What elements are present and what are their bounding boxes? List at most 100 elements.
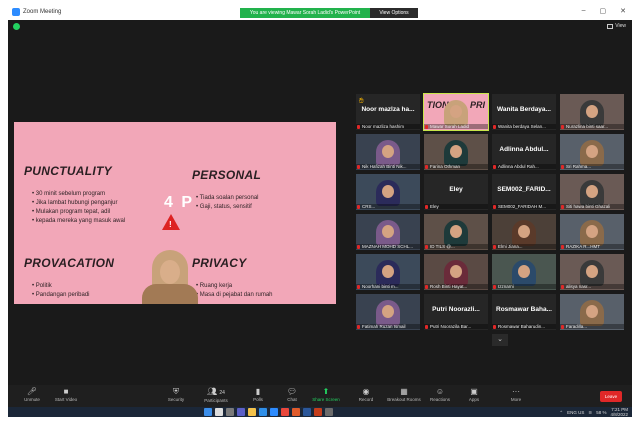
- meeting-toolbar: 🎤︎ Unmute ■ Start Video ⛨ Security 👥︎ 24…: [8, 385, 632, 407]
- participant-tile[interactable]: Farina Othman: [424, 134, 488, 170]
- wifi-icon[interactable]: ≋: [588, 410, 592, 416]
- more-button[interactable]: ··· More: [498, 387, 534, 403]
- security-shield-icon[interactable]: [13, 23, 20, 30]
- windows-start-icon[interactable]: [204, 408, 212, 416]
- apps-button[interactable]: ▣ Apps: [456, 387, 492, 403]
- clock[interactable]: 7:21 PM 4/8/2022: [610, 407, 628, 417]
- participant-tile[interactable]: Siti hawa binti Ghazali: [560, 174, 624, 210]
- teams-icon[interactable]: [237, 408, 245, 416]
- start-video-button[interactable]: ■ Start Video: [48, 387, 84, 403]
- record-button[interactable]: ◉ Record: [348, 387, 384, 403]
- lang-indicator[interactable]: ENG US: [567, 410, 584, 415]
- participant-tile[interactable]: SEM002_FARID... SEM002_FARIDAH M...: [492, 174, 556, 210]
- muted-mic-icon: [425, 205, 428, 209]
- participant-name-label: ID TILS @...: [424, 244, 488, 249]
- muted-mic-icon: [425, 325, 428, 329]
- participant-tile[interactable]: CRS...: [356, 174, 420, 210]
- participant-tile[interactable]: Adlinna Abdul... Adlinna Abdul Rah...: [492, 134, 556, 170]
- muted-mic-icon: [493, 165, 496, 169]
- muted-mic-icon: [561, 165, 564, 169]
- view-button[interactable]: View: [607, 23, 626, 29]
- edge-icon[interactable]: [259, 408, 267, 416]
- participant-tile[interactable]: Sri Rahma...: [560, 134, 624, 170]
- participant-tile[interactable]: ID TILS @...: [424, 214, 488, 250]
- task-view-icon[interactable]: [226, 408, 234, 416]
- participant-tile[interactable]: TION PRI Mawar Sorah Ladid: [423, 93, 489, 131]
- taskbar-app-icons: [204, 408, 333, 416]
- muted-mic-icon: [493, 325, 496, 329]
- participant-tile[interactable]: Wanita Berdaya... Wanita berdaya Selan...: [492, 94, 556, 130]
- battery-indicator[interactable]: 58 %: [596, 410, 606, 415]
- leave-button[interactable]: Leave: [600, 391, 622, 402]
- participant-name-label: Nurazlina binti saar...: [560, 124, 624, 129]
- chat-button[interactable]: 💬︎ Chat: [274, 387, 310, 403]
- reactions-button[interactable]: ☺ Reactions: [422, 387, 458, 403]
- share-screen-icon: ⬆: [322, 387, 330, 396]
- participant-tile[interactable]: MAZNAH MOHD SCHL...: [356, 214, 420, 250]
- participant-name-label: alisya nasr...: [560, 284, 624, 289]
- participant-name-label: Putri Noorazila Bar...: [424, 324, 488, 329]
- muted-mic-icon: [561, 325, 564, 329]
- gallery-next-page-button[interactable]: ⌄: [492, 334, 508, 346]
- view-options-button[interactable]: View Options: [370, 8, 418, 18]
- participant-tile[interactable]: Putri Noorazli... Putri Noorazila Bar...: [424, 294, 488, 330]
- participant-display-name: Rosmawar Baha...: [496, 306, 552, 313]
- polls-button[interactable]: ▮ Polls: [240, 387, 276, 403]
- title-bar: Zoom Meeting You are viewing Mawar Sorah…: [8, 6, 632, 20]
- participant-tile[interactable]: Nurazlina binti saar...: [560, 94, 624, 130]
- chevron-up-icon[interactable]: ⌃: [559, 410, 563, 416]
- security-button[interactable]: ⛨ Security: [158, 387, 194, 403]
- microphone-muted-icon: 🎤︎: [26, 387, 38, 396]
- close-icon[interactable]: ✕: [620, 7, 626, 15]
- muted-mic-icon: [561, 205, 564, 209]
- participant-tile[interactable]: Faradilla...: [560, 294, 624, 330]
- breakout-rooms-button[interactable]: ▦ Breakout Rooms: [386, 387, 422, 403]
- minimize-icon[interactable]: –: [582, 7, 586, 15]
- participant-tile[interactable]: Noor mazlza ha... ✋︎ Noor mazliza hashim: [356, 94, 420, 130]
- unmute-button[interactable]: 🎤︎ Unmute: [14, 387, 50, 403]
- word-icon[interactable]: [303, 408, 311, 416]
- search-icon[interactable]: [215, 408, 223, 416]
- personal-list: Tiada soalan personal Gaji, status, sens…: [196, 194, 259, 212]
- participant-name-label: Noor mazliza hashim: [356, 124, 420, 129]
- participant-face: [518, 265, 530, 278]
- store-icon[interactable]: [325, 408, 333, 416]
- muted-mic-icon: [357, 245, 360, 249]
- participant-name-label: Fatimah Ruzan Ismail: [356, 324, 420, 329]
- participant-tile[interactable]: Fatimah Ruzan Ismail: [356, 294, 420, 330]
- participant-tile[interactable]: Eley Eley: [424, 174, 488, 210]
- app-title: Zoom Meeting: [12, 8, 61, 16]
- participant-tile[interactable]: alisya nasr...: [560, 254, 624, 290]
- record-icon: ◉: [362, 387, 370, 396]
- participant-tile[interactable]: Elmi Jiana...: [492, 214, 556, 250]
- muted-mic-icon: [561, 125, 564, 129]
- participant-face: [450, 145, 462, 158]
- file-explorer-icon[interactable]: [248, 408, 256, 416]
- participant-name-label: Eley: [424, 204, 488, 209]
- participant-face: [450, 225, 462, 238]
- shared-slide-thumbnail-text: PRI: [469, 100, 485, 110]
- participant-display-name: SEM002_FARID...: [497, 186, 551, 193]
- participant-tile[interactable]: Rosh Binti Hayat...: [424, 254, 488, 290]
- punctuality-list: 30 minit sebelum program Jika lambat hub…: [32, 190, 125, 226]
- participant-face: [450, 265, 462, 278]
- share-screen-button[interactable]: ⬆ Share Screen: [308, 387, 344, 403]
- participant-name-label: Mawar Sorah Ladid: [424, 124, 488, 129]
- participant-tile[interactable]: Nik Hafizah Binti Nik...: [356, 134, 420, 170]
- muted-mic-icon: [561, 245, 564, 249]
- participant-tile[interactable]: Rosmawar Baha... Rosmawar Baharudin...: [492, 294, 556, 330]
- participant-tile[interactable]: RAZIKA R...HMT: [560, 214, 624, 250]
- participants-button[interactable]: 👥︎ 24 Participants: [198, 387, 234, 404]
- participants-icon: 👥︎ 24: [207, 387, 225, 396]
- chrome-icon[interactable]: [281, 408, 289, 416]
- participant-display-name: Eley: [449, 186, 463, 193]
- participant-name-label: SEM002_FARIDAH M...: [492, 204, 556, 209]
- powerpoint-icon[interactable]: [314, 408, 322, 416]
- participant-face: [382, 265, 394, 278]
- zoom-icon[interactable]: [270, 408, 278, 416]
- participant-tile[interactable]: Noorhani binti m...: [356, 254, 420, 290]
- office-icon[interactable]: [292, 408, 300, 416]
- maximize-icon[interactable]: ▢: [600, 7, 607, 15]
- participant-tile[interactable]: Izznarni: [492, 254, 556, 290]
- warning-mark: !: [169, 220, 172, 229]
